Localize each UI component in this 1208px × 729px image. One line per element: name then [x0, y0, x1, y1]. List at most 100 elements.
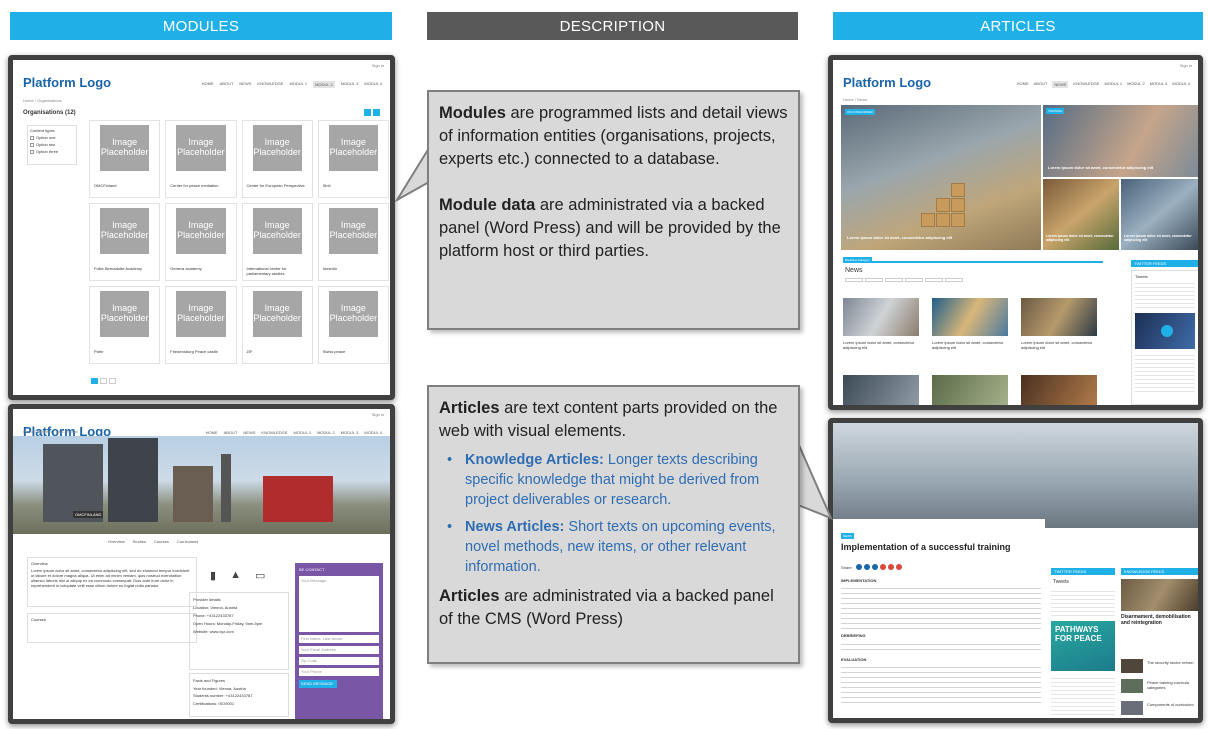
- news-thumbnail[interactable]: [1021, 375, 1097, 405]
- nav-home[interactable]: HOME: [1017, 81, 1029, 88]
- nav-modul-4[interactable]: MODUL 4: [1172, 81, 1190, 88]
- news-thumbnail[interactable]: [932, 298, 1008, 336]
- news-thumbnail[interactable]: [1021, 298, 1097, 336]
- nav-news[interactable]: NEWS: [243, 430, 255, 435]
- message-field[interactable]: Your Message: [299, 576, 379, 632]
- organisation-card[interactable]: Image Placeholder Friedensburg Peace cast…: [165, 286, 237, 364]
- nav-home[interactable]: HOME: [202, 81, 214, 88]
- knowledge-item[interactable]: Components of curriculum: [1121, 701, 1198, 717]
- organisation-card[interactable]: Image Placeholder OMCFinland: [89, 120, 161, 198]
- nav-knowledge[interactable]: KNOWLEDGE: [257, 81, 283, 88]
- page-1-button[interactable]: [91, 378, 98, 384]
- organisation-card[interactable]: Image Placeholder International center fo…: [241, 203, 313, 281]
- linkedin-icon[interactable]: [871, 564, 878, 570]
- tab-courses[interactable]: Courses: [154, 539, 169, 544]
- signin-link[interactable]: Sign in: [1180, 63, 1192, 68]
- view-toggle[interactable]: [364, 109, 380, 116]
- nav-modul-2[interactable]: MODUL 2: [313, 81, 335, 88]
- news-thumbnail[interactable]: [843, 375, 919, 405]
- email-field[interactable]: Your Email Address: [299, 646, 379, 654]
- signin-link[interactable]: Sign in: [372, 412, 384, 417]
- zip-field[interactable]: Zip Code: [299, 657, 379, 665]
- organisation-card[interactable]: Image Placeholder Geneva academy: [165, 203, 237, 281]
- nav-modul-2[interactable]: MODUL 2: [317, 430, 335, 435]
- nav-about[interactable]: ABOUT: [224, 430, 238, 435]
- nav-modul-3[interactable]: MODUL 3: [1150, 81, 1168, 88]
- news-caption[interactable]: Lorem ipsum dolor sit amet, consectetur …: [932, 340, 1012, 351]
- organisation-card[interactable]: Image Placeholder Swiss peace: [317, 286, 389, 364]
- filter-chip[interactable]: [945, 278, 963, 282]
- checkbox-icon[interactable]: [30, 135, 34, 140]
- news-caption[interactable]: Lorem ipsum dolor sit amet, consectetur …: [1021, 340, 1101, 351]
- tab-overview[interactable]: Overview: [108, 539, 125, 544]
- nav-about[interactable]: ABOUT: [220, 81, 234, 88]
- nav-modul-1[interactable]: MODUL 1: [293, 430, 311, 435]
- grid-view-icon[interactable]: [364, 109, 371, 116]
- checkbox-icon[interactable]: [30, 149, 34, 154]
- filter-chip[interactable]: [845, 278, 863, 282]
- knowledge-feature-title[interactable]: Disarmament, demobilisation and reintegr…: [1121, 614, 1198, 626]
- nav-knowledge[interactable]: KNOWLEDGE: [1073, 81, 1099, 88]
- image-placeholder: Image Placeholder: [252, 125, 302, 171]
- nav-about[interactable]: ABOUT: [1034, 81, 1048, 88]
- filter-chip[interactable]: [925, 278, 943, 282]
- provider-website[interactable]: Website: www.xyz.com: [193, 628, 285, 636]
- news-thumbnail[interactable]: [932, 375, 1008, 405]
- filter-chip[interactable]: [865, 278, 883, 282]
- nav-modul-4[interactable]: MODUL 4: [364, 81, 382, 88]
- pathways-for-peace-image[interactable]: PATHWAYS FOR PEACE: [1051, 621, 1115, 671]
- organisation-card[interactable]: Image Placeholder Folke Bernadotte Academ…: [89, 203, 161, 281]
- page-2-button[interactable]: [100, 378, 107, 384]
- facts-line: Certifications: ISO9001: [193, 700, 235, 706]
- nav-modul-3[interactable]: MODUL 3: [341, 430, 359, 435]
- play-icon[interactable]: [1161, 325, 1173, 337]
- organisation-card[interactable]: Image Placeholder Center for peace mediat…: [165, 120, 237, 198]
- phone-field[interactable]: Your Phone: [299, 668, 379, 676]
- platform-logo[interactable]: Platform Logo: [23, 75, 111, 90]
- google-icon[interactable]: [879, 564, 886, 570]
- filter-option[interactable]: Option three: [30, 149, 74, 154]
- filter-option[interactable]: Option one: [30, 135, 74, 140]
- email-icon[interactable]: [895, 564, 902, 570]
- embedded-video[interactable]: [1135, 313, 1195, 349]
- filter-chip[interactable]: [905, 278, 923, 282]
- send-message-button[interactable]: SEND MESSAGE: [299, 680, 337, 688]
- name-field[interactable]: First Name, Last Name: [299, 635, 379, 643]
- nav-modul-3[interactable]: MODUL 3: [341, 81, 359, 88]
- platform-logo[interactable]: Platform Logo: [843, 75, 931, 90]
- organisation-card[interactable]: Image Placeholder Inmedio: [317, 203, 389, 281]
- list-view-icon[interactable]: [373, 109, 380, 116]
- signin-link[interactable]: Sign in: [372, 63, 384, 68]
- news-caption[interactable]: Lorem ipsum dolor sit amet, consectetur …: [843, 340, 923, 351]
- nav-modul-1[interactable]: MODUL 1: [1104, 81, 1122, 88]
- nav-news[interactable]: NEWS: [1052, 81, 1069, 88]
- filter-option[interactable]: Option two: [30, 142, 74, 147]
- next-page-button[interactable]: [109, 378, 116, 384]
- twitter-icon[interactable]: [863, 564, 870, 570]
- article-teaser-image[interactable]: Lorem ipsum dolor sit amet, consectetur …: [1043, 179, 1119, 250]
- article-teaser-image[interactable]: TRAINING Lorem ipsum dolor sit amet, con…: [1043, 105, 1198, 177]
- tab-curriculums[interactable]: Curriculums: [177, 539, 198, 544]
- organisation-card[interactable]: Image Placeholder Patrir: [89, 286, 161, 364]
- nav-modul-1[interactable]: MODUL 1: [289, 81, 307, 88]
- nav-modul-4[interactable]: MODUL 4: [364, 430, 382, 435]
- article-teaser-image[interactable]: Lorem ipsum dolor sit amet, consectetur …: [1121, 179, 1198, 250]
- knowledge-item[interactable]: Peace training curricula categories: [1121, 679, 1198, 695]
- knowledge-item[interactable]: The security sector reform: [1121, 659, 1198, 675]
- knowledge-feature-image[interactable]: [1121, 579, 1198, 611]
- news-thumbnail[interactable]: [843, 298, 919, 336]
- tab-studies[interactable]: Studies: [133, 539, 146, 544]
- organisation-card[interactable]: Image Placeholder Center for European Per…: [241, 120, 313, 198]
- knowledge-item-title: Peace training curricula categories: [1147, 680, 1189, 690]
- organisation-card[interactable]: Image Placeholder ZIF: [241, 286, 313, 364]
- filter-chip[interactable]: [885, 278, 903, 282]
- featured-article-image[interactable]: UNCATEGORIZED Lorem ipsum dolor sit amet…: [841, 105, 1041, 250]
- nav-knowledge[interactable]: KNOWLEDGE: [261, 430, 287, 435]
- checkbox-icon[interactable]: [30, 142, 34, 147]
- nav-news[interactable]: NEWS: [239, 81, 251, 88]
- pinterest-icon[interactable]: [887, 564, 894, 570]
- nav-modul-2[interactable]: MODUL 2: [1127, 81, 1145, 88]
- facebook-icon[interactable]: [855, 564, 862, 570]
- nav-home[interactable]: HOME: [206, 430, 218, 435]
- organisation-card[interactable]: Image Placeholder Sinti: [317, 120, 389, 198]
